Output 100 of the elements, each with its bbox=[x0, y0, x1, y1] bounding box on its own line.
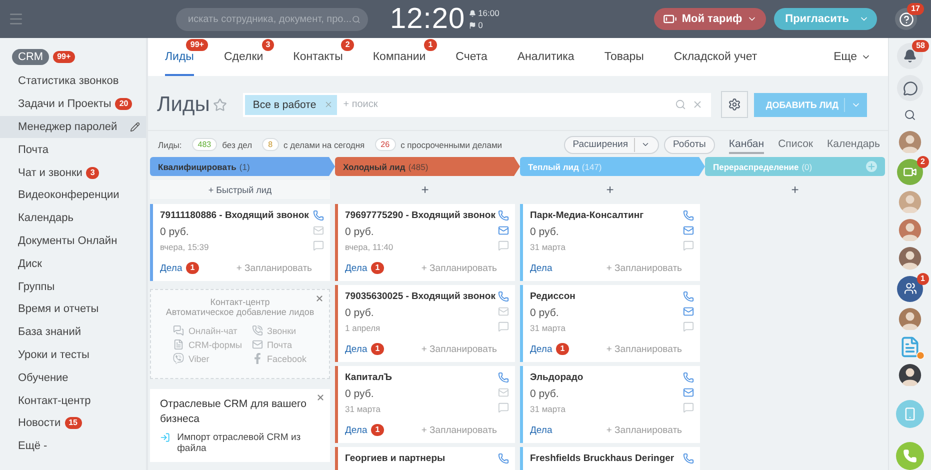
count-badge: 1 bbox=[556, 343, 569, 355]
group-chat-button[interactable] bbox=[897, 276, 923, 302]
video-call-button[interactable] bbox=[897, 159, 923, 186]
filter-field[interactable]: Все в работе + поиск bbox=[242, 92, 711, 116]
call-button[interactable] bbox=[896, 442, 924, 470]
mail-icon[interactable] bbox=[682, 225, 694, 236]
settings-button[interactable] bbox=[720, 91, 748, 118]
phone-icon[interactable] bbox=[498, 291, 508, 302]
tab[interactable]: Компании bbox=[372, 38, 426, 76]
quick-add-button[interactable]: + Быстрый лид bbox=[150, 180, 330, 199]
bell-icon bbox=[903, 49, 917, 63]
counter-pill[interactable]: 26 bbox=[374, 138, 396, 151]
sidebar-item[interactable]: Диск bbox=[0, 252, 146, 276]
sidebar-item[interactable]: Новости 15 bbox=[0, 412, 146, 435]
lead-card[interactable]: 79111180886 - Входящий звонок 0 руб. вчера, 15:39 Дела 1 + Запланировать bbox=[150, 204, 330, 281]
avatar[interactable] bbox=[897, 247, 923, 270]
lead-card[interactable]: 79035630025 - Входящий звонок 0 руб. 1 апреля Дела 1 + Запланировать bbox=[335, 285, 515, 362]
deals-link[interactable]: Дела bbox=[345, 344, 368, 354]
document-icon[interactable] bbox=[899, 336, 921, 358]
lead-card[interactable]: КапиталЪ 0 руб. 31 марта Дела 1 + Запланировать bbox=[335, 366, 515, 443]
sidebar-item[interactable]: Видеоконференции bbox=[0, 184, 146, 207]
avatar[interactable] bbox=[897, 364, 923, 386]
phone-icon[interactable] bbox=[312, 210, 324, 221]
phone-icon bbox=[903, 448, 917, 463]
phone-icon[interactable] bbox=[682, 453, 694, 464]
phone-icon[interactable] bbox=[682, 291, 694, 302]
tab[interactable]: Товары bbox=[604, 38, 644, 76]
sidebar-item[interactable]: Уроки и тесты bbox=[0, 344, 146, 366]
phone-icon[interactable] bbox=[498, 372, 508, 383]
sidebar-item[interactable]: Время и отчеты bbox=[0, 298, 146, 321]
phone-button[interactable] bbox=[896, 400, 924, 428]
phone-icon[interactable] bbox=[682, 372, 694, 383]
more-tab[interactable]: Еще bbox=[834, 38, 871, 76]
notifications-button[interactable] bbox=[897, 43, 923, 69]
import-link[interactable]: Импорт отраслевой CRM из файла bbox=[177, 432, 320, 454]
form-icon bbox=[173, 339, 184, 350]
sidebar-item[interactable]: Менеджер паролей bbox=[0, 116, 146, 138]
robots-button[interactable]: Роботы bbox=[664, 136, 715, 154]
phone-icon[interactable] bbox=[682, 210, 694, 221]
remove-icon[interactable] bbox=[324, 100, 334, 109]
stage-header[interactable]: Квалифицировать (1) bbox=[150, 157, 335, 176]
sidebar-item[interactable]: Группы bbox=[0, 275, 146, 298]
search-icon[interactable] bbox=[903, 109, 917, 121]
sidebar-item[interactable]: Статистика звонков bbox=[0, 70, 146, 93]
pencil-icon[interactable] bbox=[130, 122, 140, 132]
view-tab[interactable]: Календарь bbox=[827, 135, 880, 154]
phone-icon[interactable] bbox=[498, 453, 508, 464]
quick-add-button[interactable]: + bbox=[520, 180, 700, 199]
chat-button[interactable] bbox=[897, 75, 923, 101]
counter-label: без дел bbox=[222, 140, 252, 150]
phone-icon[interactable] bbox=[498, 210, 508, 221]
mail-icon[interactable] bbox=[682, 306, 694, 317]
sidebar-item[interactable]: Обучение bbox=[0, 366, 146, 390]
view-tab[interactable]: Канбан bbox=[728, 135, 764, 154]
quick-add-button[interactable]: + bbox=[705, 180, 885, 199]
crm-section[interactable]: CRM bbox=[12, 48, 50, 64]
sidebar-item[interactable]: Чат и звонки 3 bbox=[0, 161, 146, 184]
deals-link[interactable]: Дела bbox=[345, 424, 368, 436]
sidebar-item[interactable]: Почта bbox=[0, 138, 146, 162]
deals-link[interactable]: Дела bbox=[345, 262, 368, 274]
tab[interactable]: Аналитика bbox=[517, 38, 574, 76]
tab[interactable]: Счета bbox=[456, 38, 488, 76]
tariff-button[interactable]: Мой тариф bbox=[654, 8, 766, 30]
import-icon bbox=[160, 432, 170, 444]
clear-icon[interactable] bbox=[692, 99, 703, 110]
lead-card[interactable]: Эльдорадо 0 руб. 31 марта Дела + Запланировать bbox=[520, 366, 700, 443]
deals-link[interactable]: Дела bbox=[530, 344, 552, 354]
tab[interactable]: Складской учет bbox=[674, 38, 758, 76]
lead-card[interactable]: Георгиев и партнеры bbox=[335, 447, 515, 470]
flag-icon bbox=[469, 22, 476, 28]
item-label: Уроки и тесты bbox=[18, 348, 90, 361]
sidebar-item[interactable]: Календарь bbox=[0, 206, 146, 230]
mail-icon[interactable] bbox=[498, 225, 508, 236]
deals-link[interactable]: Дела bbox=[530, 263, 552, 274]
sidebar-item[interactable]: База знаний bbox=[0, 320, 146, 344]
deals-link[interactable]: Дела bbox=[160, 262, 182, 274]
star-icon[interactable] bbox=[212, 98, 227, 112]
sidebar-item[interactable]: Контакт-центр bbox=[0, 389, 146, 412]
close-icon[interactable] bbox=[315, 294, 324, 303]
lead-card[interactable]: Freshfields Bruckhaus Deringer bbox=[520, 447, 700, 470]
tab[interactable]: Сделки bbox=[224, 38, 264, 76]
card-text: Автоматическое добавление лидов bbox=[166, 307, 314, 317]
stage-header[interactable]: Холодный лид (485) bbox=[335, 157, 520, 176]
tab[interactable]: Контакты bbox=[293, 38, 343, 76]
lead-card[interactable]: 79697775290 - Входящий звонок 0 руб. вчера, 11:40 Дела 1 + Запланировать bbox=[335, 204, 515, 281]
mail-icon[interactable] bbox=[682, 387, 694, 398]
sidebar-item[interactable]: Задачи и Проекты 20 bbox=[0, 92, 146, 116]
sidebar-item[interactable]: Ещё - bbox=[0, 434, 146, 458]
quick-add-button[interactable]: + bbox=[335, 180, 515, 199]
item-label: Ещё - bbox=[18, 440, 48, 452]
view-tab[interactable]: Список bbox=[778, 135, 813, 154]
phone-icon bbox=[252, 325, 264, 336]
filter-chip[interactable]: Все в работе bbox=[244, 94, 338, 114]
sidebar-item[interactable]: Документы Онлайн bbox=[0, 230, 146, 252]
lead-card[interactable]: Парк-Медиа-Консалтинг 0 руб. 31 марта Дела + Запланировать bbox=[520, 204, 700, 281]
deals-link[interactable]: Дела bbox=[530, 425, 552, 436]
lead-card[interactable]: Редиссон 0 руб. 31 марта Дела 1 + Запланировать bbox=[520, 285, 700, 362]
extensions-button[interactable]: Расширения bbox=[564, 136, 659, 154]
menu-icon[interactable] bbox=[8, 11, 24, 27]
close-icon[interactable] bbox=[316, 393, 325, 402]
